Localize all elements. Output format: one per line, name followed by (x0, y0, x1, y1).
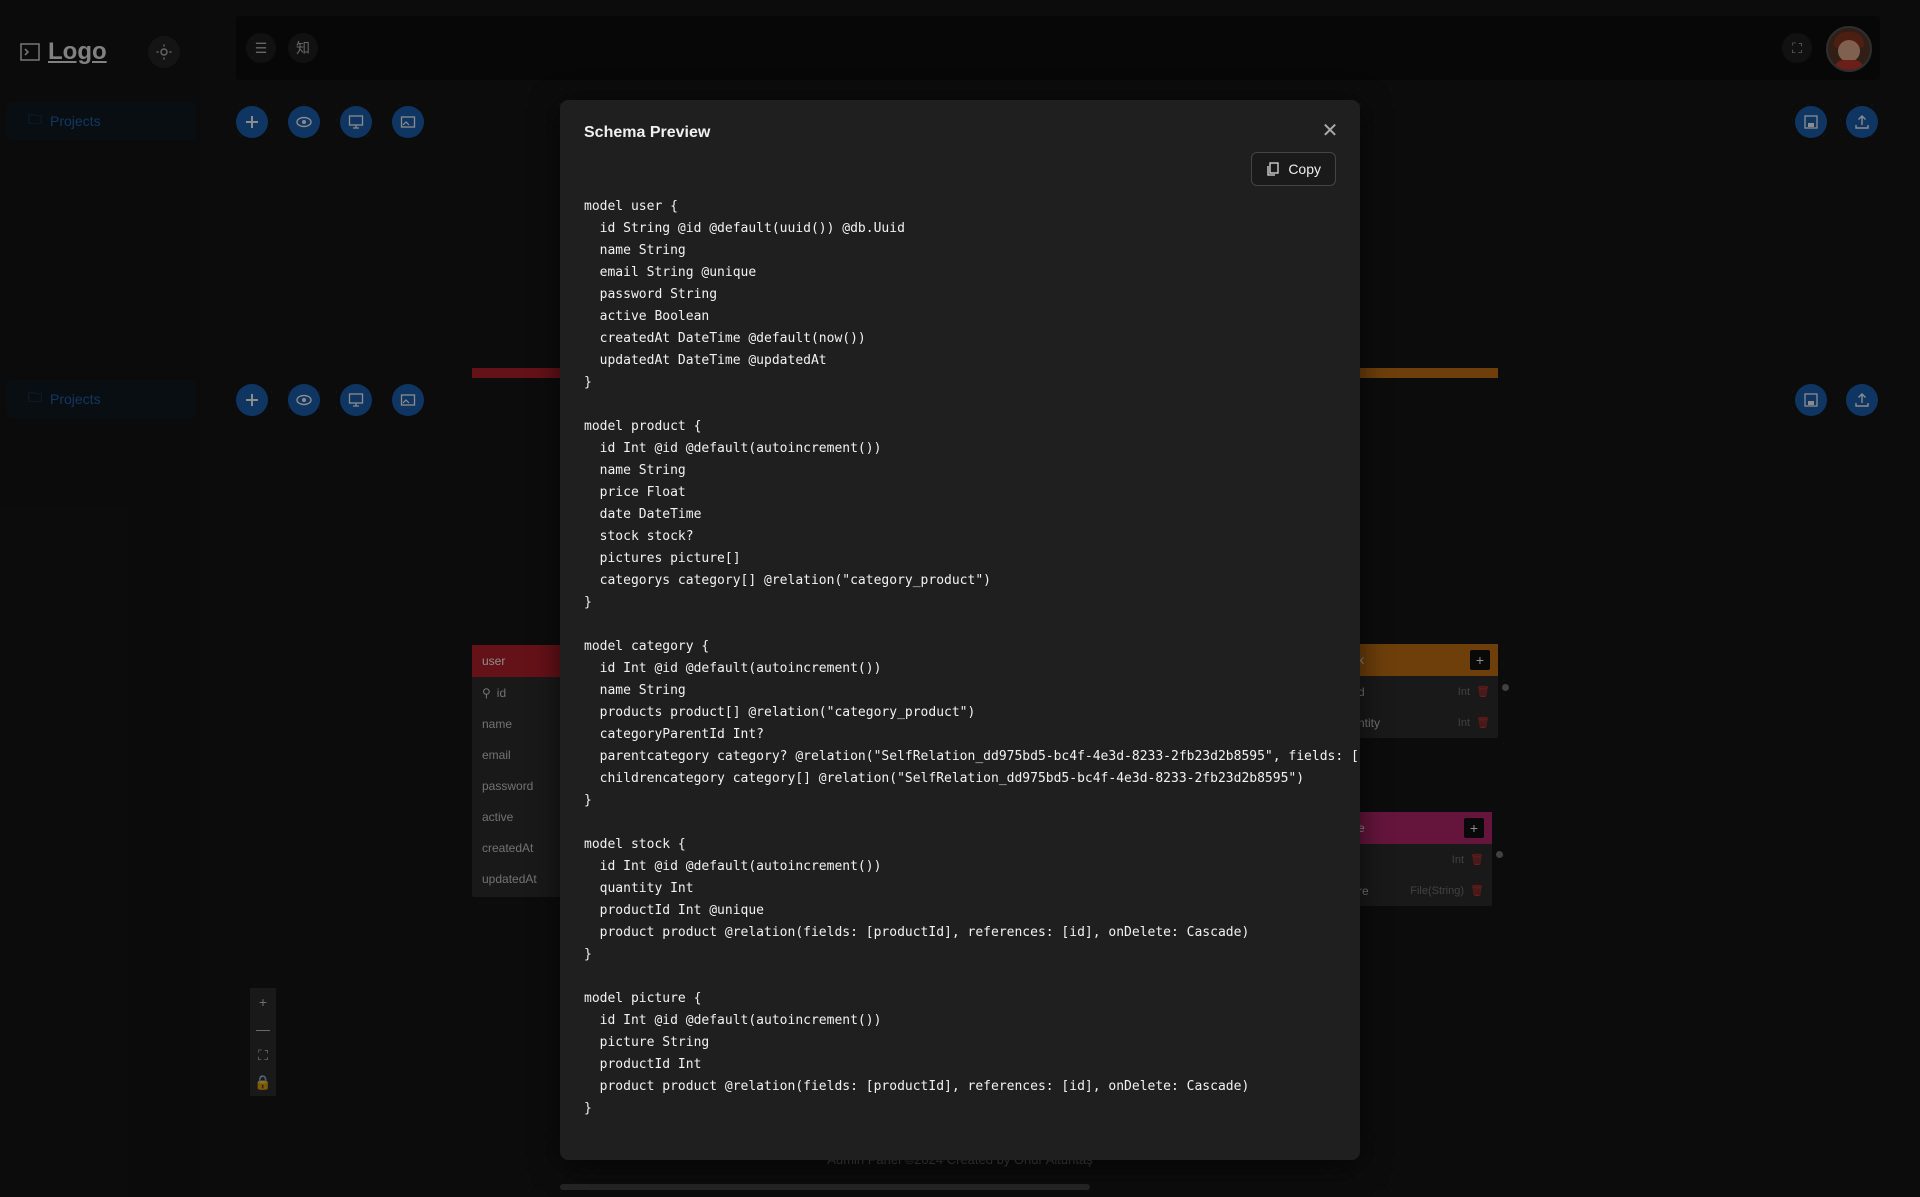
copy-label: Copy (1288, 161, 1321, 177)
copy-button[interactable]: Copy (1251, 152, 1336, 186)
schema-preview-modal: Schema Preview ✕ Copy model user { id St… (560, 100, 1360, 1160)
modal-title: Schema Preview (584, 124, 711, 141)
close-icon[interactable]: ✕ (1318, 118, 1342, 142)
copy-icon (1267, 162, 1279, 176)
schema-code: model user { id String @id @default(uuid… (584, 199, 1360, 1116)
